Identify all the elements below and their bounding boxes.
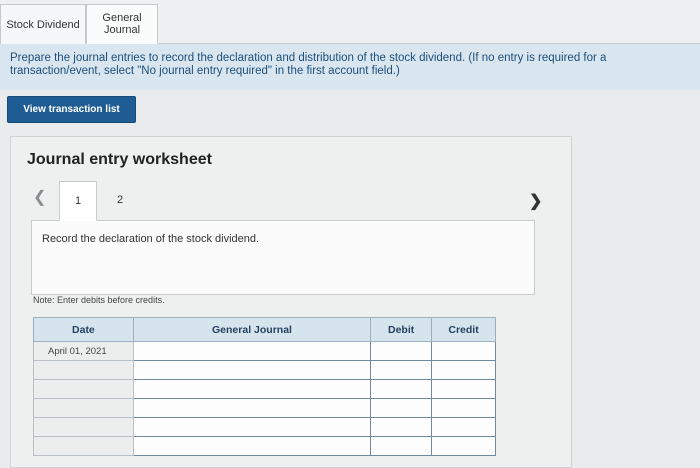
table-row	[33, 436, 496, 456]
credit-field[interactable]	[431, 379, 496, 399]
header-credit: Credit	[431, 317, 496, 342]
table-row	[33, 360, 496, 380]
credit-field[interactable]	[431, 436, 496, 456]
date-cell[interactable]	[33, 398, 134, 418]
debit-field[interactable]	[370, 360, 433, 380]
table-row	[33, 398, 496, 418]
header-general-journal: General Journal	[132, 317, 372, 342]
account-field[interactable]	[132, 398, 372, 418]
credit-field[interactable]	[431, 341, 496, 361]
journal-table: Date General Journal Debit Credit April …	[33, 317, 496, 456]
credit-field[interactable]	[431, 417, 496, 437]
table-row: April 01, 2021	[33, 341, 496, 361]
instructions: Prepare the journal entries to record th…	[0, 44, 700, 90]
worksheet-title: Journal entry worksheet	[27, 151, 212, 168]
chevron-left-icon[interactable]: ❮	[33, 187, 46, 207]
table-row	[33, 417, 496, 437]
date-cell[interactable]: April 01, 2021	[33, 341, 134, 361]
debit-field[interactable]	[370, 379, 433, 399]
chevron-right-icon[interactable]: ❯	[529, 191, 542, 211]
account-field[interactable]	[132, 341, 372, 361]
page-tab-2[interactable]: 2	[101, 181, 139, 219]
account-field[interactable]	[132, 360, 372, 380]
tab-general-journal[interactable]: General Journal	[86, 4, 158, 44]
tab-bar: Stock Dividend General Journal	[0, 0, 700, 44]
date-cell[interactable]	[33, 379, 134, 399]
date-cell[interactable]	[33, 417, 134, 437]
date-cell[interactable]	[33, 360, 134, 380]
account-field[interactable]	[132, 417, 372, 437]
credit-field[interactable]	[431, 360, 496, 380]
page-tab-1[interactable]: 1	[59, 181, 97, 221]
note-text: Note: Enter debits before credits.	[33, 295, 165, 305]
view-transaction-list-button[interactable]: View transaction list	[7, 96, 136, 123]
entry-description-box: Record the declaration of the stock divi…	[31, 220, 535, 295]
debit-field[interactable]	[370, 417, 433, 437]
date-cell[interactable]	[33, 436, 134, 456]
debit-field[interactable]	[370, 436, 433, 456]
account-field[interactable]	[132, 436, 372, 456]
journal-entry-worksheet: Journal entry worksheet ❮ 1 2 ❯ Record t…	[10, 136, 572, 468]
header-debit: Debit	[370, 317, 433, 342]
table-row	[33, 379, 496, 399]
header-date: Date	[33, 317, 134, 342]
tab-stock-dividend[interactable]: Stock Dividend	[0, 4, 86, 44]
debit-field[interactable]	[370, 398, 433, 418]
debit-field[interactable]	[370, 341, 433, 361]
account-field[interactable]	[132, 379, 372, 399]
entry-description: Record the declaration of the stock divi…	[42, 233, 260, 245]
credit-field[interactable]	[431, 398, 496, 418]
table-header-row: Date General Journal Debit Credit	[33, 317, 496, 342]
